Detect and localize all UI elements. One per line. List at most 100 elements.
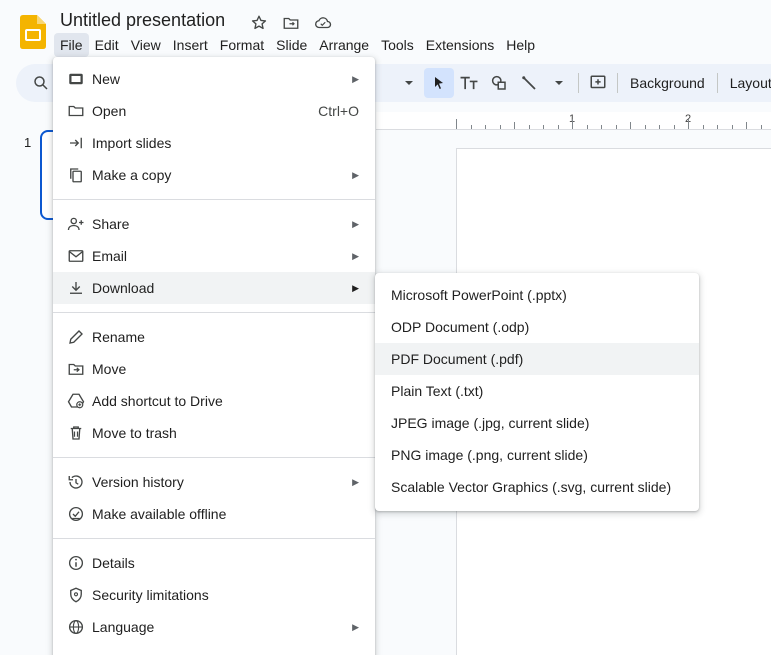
file-menu-item-language[interactable]: Language ▶ [53,611,375,643]
menu-help[interactable]: Help [500,33,541,57]
globe-icon [66,617,86,637]
ruler-tick [688,119,689,129]
select-cursor-icon[interactable] [424,68,454,98]
file-menu-item-make-available-offline[interactable]: Make available offline [53,498,375,530]
google-slides-logo[interactable] [20,15,46,49]
dropdown-arrow-icon[interactable] [394,68,424,98]
layout-button[interactable]: Layout [722,75,771,91]
download-option-jpeg-image-jpg-current-slide[interactable]: JPEG image (.jpg, current slide) [375,407,699,439]
download-option-scalable-vector-graphics-svg-current-slide[interactable]: Scalable Vector Graphics (.svg, current … [375,471,699,503]
shield-icon [66,585,86,605]
pencil-icon [66,327,86,347]
menu-item-label: Plain Text (.txt) [391,383,484,399]
file-menu-item-rename[interactable]: Rename [53,321,375,353]
copy-icon [66,165,86,185]
menu-item-label: Move [92,361,127,377]
menu-item-label: Move to trash [92,425,177,441]
menu-item-label: Language [92,619,155,635]
ruler-tick [659,125,660,129]
menu-item-label: Details [92,555,135,571]
submenu-arrow-icon: ▶ [352,621,359,632]
menu-separator [53,538,375,539]
menu-insert[interactable]: Insert [167,33,214,57]
ruler-tick [717,125,718,129]
ruler-tick [732,125,733,129]
menu-item-label: Scalable Vector Graphics (.svg, current … [391,479,672,495]
file-menu-item-open[interactable]: Open Ctrl+O [53,95,375,127]
download-option-microsoft-powerpoint-pptx[interactable]: Microsoft PowerPoint (.pptx) [375,279,699,311]
menu-item-label: JPEG image (.jpg, current slide) [391,415,590,431]
menu-file[interactable]: File [54,33,89,57]
line-dropdown-icon[interactable] [544,68,574,98]
file-menu-item-details[interactable]: Details [53,547,375,579]
document-title[interactable]: Untitled presentation [60,10,225,31]
ruler-tick [761,125,762,129]
text-box-icon[interactable] [454,68,484,98]
menu-separator [53,312,375,313]
ruler-tick [471,125,472,129]
menu-item-label: Download [92,280,155,296]
menu-tools[interactable]: Tools [375,33,420,57]
menu-extensions[interactable]: Extensions [420,33,500,57]
search-menus-icon[interactable] [32,74,50,92]
ruler-tick [703,125,704,129]
file-menu: New ▶ Open Ctrl+O Import slides Make a copy ▶ S… [53,57,375,655]
download-option-png-image-png-current-slide[interactable]: PNG image (.png, current slide) [375,439,699,471]
download-icon [66,278,86,298]
horizontal-ruler: 1 2 [376,112,771,130]
ruler-tick [500,125,501,129]
ruler-tick [529,125,530,129]
menu-item-label: Make a copy [92,167,172,183]
download-option-odp-document-odp[interactable]: ODP Document (.odp) [375,311,699,343]
move-folder-icon[interactable] [280,12,302,34]
menu-item-label: PDF Document (.pdf) [391,351,524,367]
file-menu-item-move-to-trash[interactable]: Move to trash [53,417,375,449]
cloud-status-icon[interactable] [312,12,334,34]
submenu-arrow-icon: ▶ [352,282,359,293]
file-menu-item-version-history[interactable]: Version history ▶ [53,466,375,498]
download-option-plain-text-txt[interactable]: Plain Text (.txt) [375,375,699,407]
ruler-tick [674,125,675,129]
history-icon [66,472,86,492]
download-submenu: Microsoft PowerPoint (.pptx) ODP Document… [375,273,699,511]
file-menu-item-new[interactable]: New ▶ [53,63,375,95]
ruler-tick [645,125,646,129]
file-menu-item-email[interactable]: Email ▶ [53,240,375,272]
file-menu-item-make-a-copy[interactable]: Make a copy ▶ [53,159,375,191]
menu-item-label: Share [92,216,130,232]
menu-separator [53,457,375,458]
move-folder-icon [66,359,86,379]
file-menu-item-import-slides[interactable]: Import slides [53,127,375,159]
ruler-tick [587,125,588,129]
file-menu-item-share[interactable]: Share ▶ [53,208,375,240]
line-icon[interactable] [514,68,544,98]
file-menu-item-security-limitations[interactable]: Security limitations [53,579,375,611]
submenu-arrow-icon: ▶ [352,73,359,84]
import-icon [66,133,86,153]
file-menu-item-download[interactable]: Download ▶ [53,272,375,304]
file-menu-item-add-shortcut-to-drive[interactable]: Add shortcut to Drive [53,385,375,417]
menu-edit[interactable]: Edit [89,33,125,57]
menu-format[interactable]: Format [214,33,270,57]
menu-item-label: Security limitations [92,587,209,603]
menu-slide[interactable]: Slide [270,33,313,57]
menu-view[interactable]: View [125,33,167,57]
ruler-tick [630,122,631,129]
info-icon [66,553,86,573]
shape-icon[interactable] [484,68,514,98]
star-icon[interactable] [248,12,270,34]
drive-shortcut-icon [66,391,86,411]
slide-number: 1 [24,135,32,150]
add-comment-icon[interactable] [583,68,613,98]
menu-item-label: Add shortcut to Drive [92,393,223,409]
menu-item-label: Rename [92,329,145,345]
menu-arrange[interactable]: Arrange [313,33,375,57]
file-menu-item-move[interactable]: Move [53,353,375,385]
shortcut-hint: Ctrl+O [318,103,359,119]
menu-item-label: Version history [92,474,184,490]
download-option-pdf-document-pdf[interactable]: PDF Document (.pdf) [375,343,699,375]
trash-icon [66,423,86,443]
background-button[interactable]: Background [622,75,713,91]
menu-item-label: ODP Document (.odp) [391,319,530,335]
offline-icon [66,504,86,524]
